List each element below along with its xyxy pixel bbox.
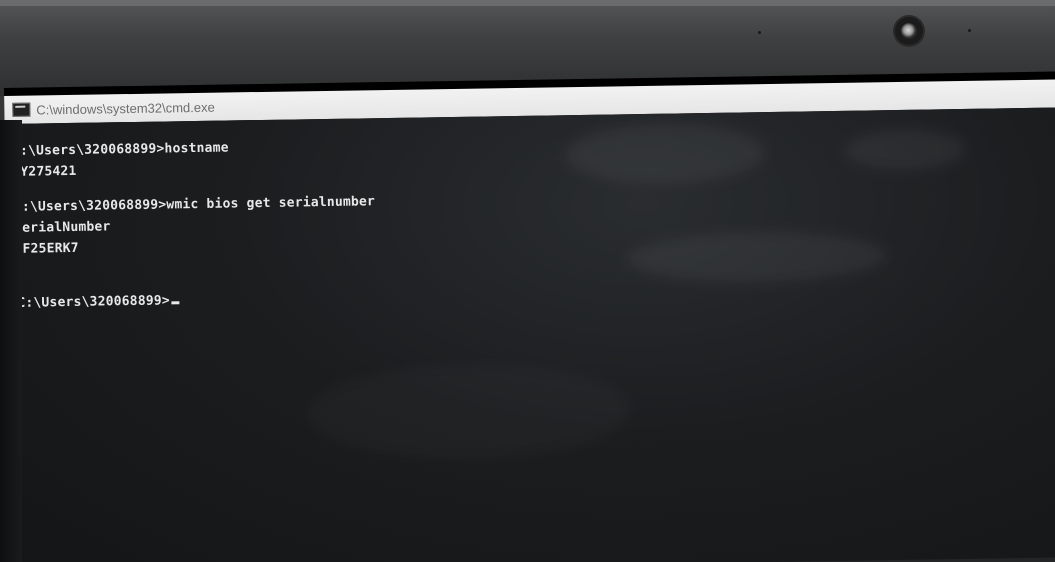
console-line-hostname-command: C:\Users\320068899>hostname	[11, 140, 229, 159]
cmd-icon[interactable]	[12, 102, 31, 117]
console-prompt-line[interactable]: C:\Users\320068899>	[17, 293, 179, 311]
text-cursor	[170, 301, 179, 305]
window-title: C:\windows\system32\cmd.exe	[36, 99, 215, 117]
photo-scene: C:\windows\system32\cmd.exe C:\Users\320…	[0, 0, 1055, 562]
webcam-icon	[895, 17, 923, 45]
sensor-dot-right	[968, 29, 971, 32]
sensor-dot-left	[758, 31, 761, 34]
console-line-wmic-command: C:\Users\320068899>wmic bios get serialn…	[13, 194, 376, 215]
screen: C:\windows\system32\cmd.exe C:\Users\320…	[4, 71, 1055, 562]
console-area[interactable]: C:\Users\320068899>hostname YY275421 C:\…	[4, 107, 1055, 562]
laptop-frame-left	[0, 120, 22, 562]
console-prompt: C:\Users\320068899>	[17, 293, 170, 311]
screen-smudge	[626, 230, 888, 285]
console-line-serial-header: SerialNumber	[14, 219, 111, 236]
screen-smudge	[308, 364, 629, 459]
console-line-serial-value: PF25ERK7	[14, 240, 79, 257]
bezel-edge	[0, 0, 1055, 6]
screen-smudge	[844, 128, 966, 171]
screen-smudge	[564, 122, 766, 186]
